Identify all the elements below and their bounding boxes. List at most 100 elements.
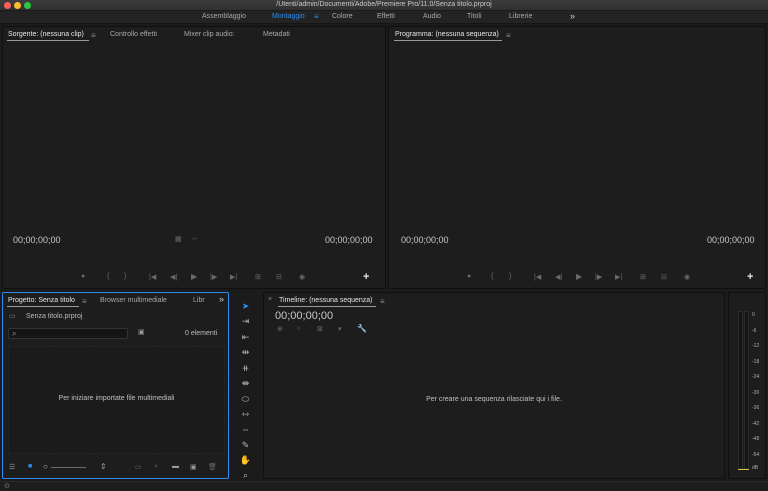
zoom-icon[interactable]: ⌕ xyxy=(239,469,252,481)
status-indicator-icon[interactable]: ⊙ xyxy=(4,482,10,490)
meter-unit-db: dB xyxy=(752,465,759,471)
tab-libraries[interactable]: Libr xyxy=(193,297,205,304)
button-editor-icon[interactable]: + xyxy=(363,271,369,283)
play-icon[interactable]: ▶ xyxy=(191,272,197,281)
new-search-bin-icon[interactable]: ▣ xyxy=(138,328,145,336)
go-to-out-icon[interactable]: ▶| xyxy=(615,273,622,281)
panel-menu-icon[interactable]: ≡ xyxy=(82,297,87,306)
meter-bar-left xyxy=(738,311,743,469)
ripple-edit-icon[interactable]: ⇤ xyxy=(239,331,252,343)
icon-view-icon[interactable]: ■ xyxy=(28,463,32,470)
export-frame-icon[interactable]: ◉ xyxy=(299,273,305,281)
zoom-slider-handle[interactable]: ○ xyxy=(43,462,48,471)
timeline-panel-header: × Timeline: (nessuna sequenza) ≡ xyxy=(264,293,724,307)
timeline-empty-message: Per creare una sequenza rilasciate qui i… xyxy=(426,396,562,403)
tab-source[interactable]: Sorgente: (nessuna clip) xyxy=(8,31,84,38)
add-marker-icon[interactable]: ▾ xyxy=(338,325,342,333)
sort-icons-icon[interactable]: ⇕ xyxy=(100,462,107,471)
razor-icon[interactable]: ⇼ xyxy=(239,377,252,389)
new-item-icon[interactable]: ▣ xyxy=(190,463,197,471)
tab-effect-controls[interactable]: Controllo effetti xyxy=(110,31,157,38)
meter-bar-right xyxy=(744,311,749,469)
hand-icon[interactable]: ✋ xyxy=(239,454,252,466)
track-tool-icon[interactable]: ⇔ xyxy=(239,423,252,435)
slide-icon[interactable]: ⇿ xyxy=(239,408,252,420)
mark-out-icon[interactable]: } xyxy=(124,273,126,280)
panel-menu-icon[interactable]: ≡ xyxy=(380,297,385,306)
workspace-tab-librerie[interactable]: Librerie xyxy=(509,13,532,20)
project-drop-area[interactable]: Per iniziare importate file multimediali xyxy=(8,346,225,454)
step-forward-icon[interactable]: |▶ xyxy=(595,273,602,281)
mark-in-icon[interactable]: { xyxy=(491,273,493,280)
drag-audio-video-icon[interactable]: ↔ xyxy=(191,235,198,242)
selection-tool-icon[interactable]: ➤ xyxy=(239,300,252,312)
source-playhead-timecode[interactable]: 00;00;00;00 xyxy=(13,235,61,245)
play-icon[interactable]: ▶ xyxy=(576,272,582,281)
program-playhead-timecode[interactable]: 00;00;00;00 xyxy=(401,235,449,245)
automate-to-sequence-icon[interactable]: ▭ xyxy=(135,463,142,471)
go-to-in-icon[interactable]: |◀ xyxy=(149,273,156,281)
workspace-overflow-button[interactable]: » xyxy=(570,11,575,21)
panel-menu-icon[interactable]: ≡ xyxy=(91,31,96,40)
meter-tick-24: -24 xyxy=(752,374,760,380)
mark-out-icon[interactable]: } xyxy=(509,273,511,280)
linked-selection-icon[interactable]: ⊠ xyxy=(317,325,323,333)
meter-tick-30: -30 xyxy=(752,390,760,396)
tab-media-browser[interactable]: Browser multimediale xyxy=(100,297,167,304)
tab-project[interactable]: Progetto: Senza titolo xyxy=(8,297,75,304)
overwrite-icon[interactable]: ⊟ xyxy=(276,273,282,281)
insert-clip-icon[interactable]: ▦ xyxy=(175,235,182,243)
meter-tick-42: -42 xyxy=(752,421,760,427)
workspace-tab-colore[interactable]: Colore xyxy=(332,13,353,20)
zoom-slider-track[interactable] xyxy=(51,467,86,468)
program-monitor-panel: Programma: (nessuna sequenza) ≡ 00;00;00… xyxy=(388,26,766,289)
close-panel-icon[interactable]: × xyxy=(268,296,272,303)
insert-icon[interactable]: ⊞ xyxy=(255,273,261,281)
export-frame-icon[interactable]: ◉ xyxy=(684,273,690,281)
step-back-icon[interactable]: ◀| xyxy=(170,273,177,281)
button-editor-icon[interactable]: + xyxy=(747,271,753,283)
new-bin-icon[interactable]: ▬ xyxy=(172,463,179,470)
slip-icon[interactable]: ⬭ xyxy=(239,393,252,405)
go-to-out-icon[interactable]: ▶| xyxy=(230,273,237,281)
workspace-tab-montaggio[interactable]: Montaggio xyxy=(272,13,305,20)
workspace-menu-icon[interactable]: ≡ xyxy=(314,12,319,21)
step-back-icon[interactable]: ◀| xyxy=(555,273,562,281)
rolling-edit-icon[interactable]: ⇹ xyxy=(239,346,252,358)
tab-program[interactable]: Programma: (nessuna sequenza) xyxy=(395,31,499,38)
step-forward-icon[interactable]: |▶ xyxy=(210,273,217,281)
pen-icon[interactable]: ✎ xyxy=(239,439,252,451)
track-select-icon[interactable]: ⇥ xyxy=(239,315,252,327)
add-marker-icon[interactable]: ● xyxy=(81,273,85,280)
snap-icon[interactable]: ∩ xyxy=(296,325,301,332)
search-icon: ⌕ xyxy=(12,329,17,338)
workspace-tab-titoli[interactable]: Titoli xyxy=(467,13,482,20)
insert-overwrite-icon[interactable]: ⊕ xyxy=(277,325,283,333)
workspace-tab-assemblaggio[interactable]: Assemblaggio xyxy=(202,13,246,20)
extract-icon[interactable]: ⊟ xyxy=(661,273,667,281)
program-duration-timecode: 00;00;00;00 xyxy=(707,235,755,245)
project-search-input[interactable]: ⌕ xyxy=(8,328,128,339)
tab-metadata[interactable]: Metadati xyxy=(263,31,290,38)
source-monitor-panel: Sorgente: (nessuna clip) ≡ Controllo eff… xyxy=(2,26,386,289)
go-to-in-icon[interactable]: |◀ xyxy=(534,273,541,281)
tab-timeline[interactable]: Timeline: (nessuna sequenza) xyxy=(279,297,373,304)
mark-in-icon[interactable]: { xyxy=(107,273,109,280)
lift-icon[interactable]: ⊞ xyxy=(640,273,646,281)
project-file-name: Senza titolo.prproj xyxy=(26,313,83,320)
rate-stretch-icon[interactable]: ⧺ xyxy=(239,362,252,374)
timeline-settings-icon[interactable]: 🔧 xyxy=(357,324,367,333)
panel-overflow-button[interactable]: » xyxy=(219,294,224,304)
find-icon[interactable]: ⌕ xyxy=(154,463,158,471)
panel-menu-icon[interactable]: ≡ xyxy=(506,31,511,40)
meter-peak-line xyxy=(738,469,749,470)
tab-audio-clip-mixer[interactable]: Mixer clip audio: xyxy=(184,31,235,38)
clear-icon[interactable]: 🗑 xyxy=(208,463,217,471)
add-marker-icon[interactable]: ● xyxy=(467,273,471,280)
workspace-tab-effetti[interactable]: Effetti xyxy=(377,13,395,20)
project-panel-header: Progetto: Senza titolo ≡ Browser multime… xyxy=(3,293,228,307)
workspace-tab-audio[interactable]: Audio xyxy=(423,13,441,20)
list-view-icon[interactable]: ☰ xyxy=(9,463,15,471)
timeline-timecode[interactable]: 00;00;00;00 xyxy=(275,310,333,322)
meter-tick-6: -6 xyxy=(752,328,757,334)
